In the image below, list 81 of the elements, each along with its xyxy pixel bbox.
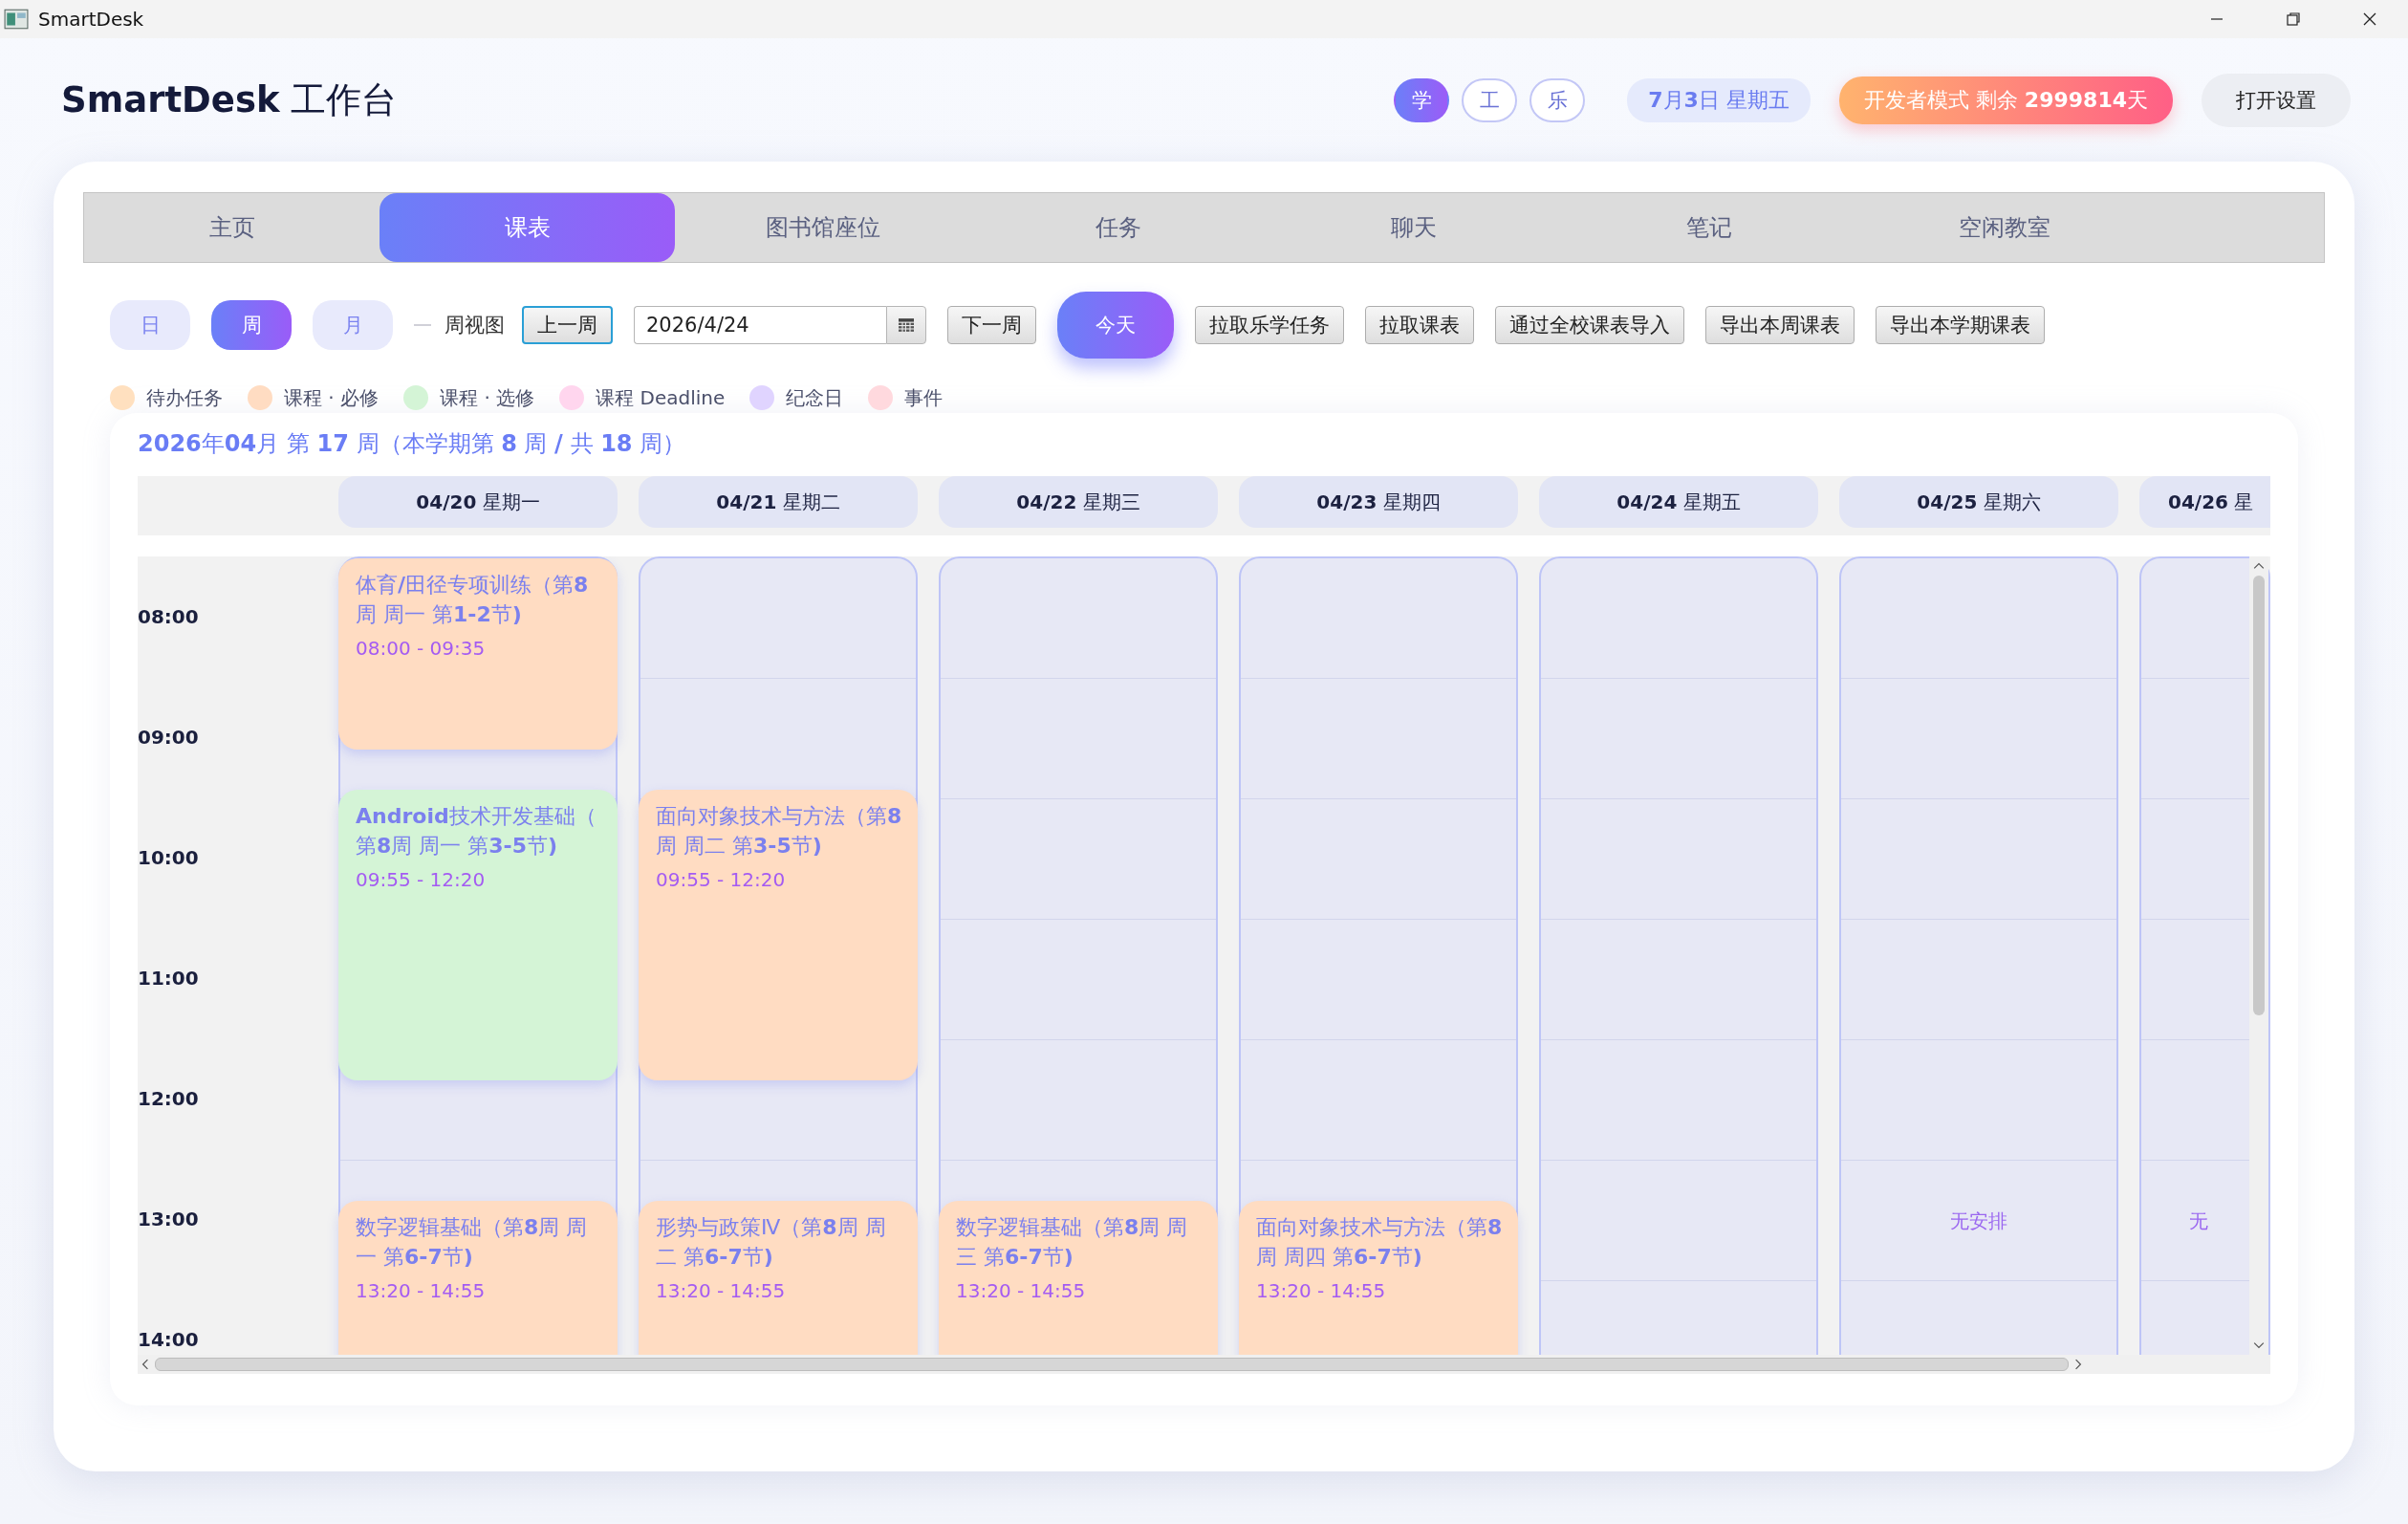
app-logo: SmartDesk 工作台 (61, 77, 398, 122)
no-schedule-label: 无安排 (1950, 1208, 2007, 1234)
legend-label: 课程 · 选修 (440, 384, 535, 411)
view-label: 周视图 (445, 312, 505, 338)
action-button[interactable]: 导出本周课表 (1705, 305, 1855, 344)
settings-button[interactable]: 打开设置 (2202, 73, 2351, 127)
course-card[interactable]: 数字逻辑基础（第8周 周一 第6-7节) 13:20 - 14:55 (338, 1201, 618, 1355)
course-time: 13:20 - 14:55 (956, 1279, 1087, 1302)
calendar-icon (899, 317, 914, 332)
time-label: 12:00 (138, 1087, 199, 1110)
course-title: 形势与政策Ⅳ（第8周 周二 第6-7节) (656, 1214, 887, 1271)
course-title: 面向对象技术与方法（第8周 周四 第6-7节) (1256, 1214, 1503, 1271)
course-time: 09:55 - 12:20 (356, 867, 487, 891)
tab[interactable]: 主页 (84, 193, 380, 262)
view-toggle[interactable]: 日 (110, 299, 190, 350)
course-time: 13:20 - 14:55 (356, 1279, 487, 1302)
app-icon (4, 7, 29, 32)
course-time: 08:00 - 09:35 (356, 637, 487, 660)
restore-icon[interactable] (2284, 10, 2303, 29)
time-label: 08:00 (138, 605, 199, 628)
scroll-left-icon[interactable] (141, 1359, 149, 1370)
legend-label: 课程 · 必修 (284, 384, 380, 411)
legend-label: 课程 Deadline (596, 384, 726, 411)
mode-toggle[interactable]: 乐 (1529, 77, 1586, 122)
next-week-button[interactable]: 下一周 (947, 305, 1036, 344)
date-picker-button[interactable] (886, 305, 926, 344)
course-title: 数字逻辑基础（第8周 周一 第6-7节) (356, 1214, 589, 1271)
view-toggle[interactable]: 月 (313, 299, 393, 350)
course-title: 数字逻辑基础（第8周 周三 第6-7节) (956, 1214, 1189, 1271)
course-time: 09:55 - 12:20 (656, 867, 787, 891)
window-title: SmartDesk (38, 8, 144, 31)
view-toggle[interactable]: 周 (211, 299, 292, 350)
course-title: 面向对象技术与方法（第8周 周二 第3-5节) (656, 802, 902, 860)
vertical-scrollbar[interactable] (2249, 556, 2268, 1355)
tab[interactable]: 课表 (380, 193, 675, 262)
time-label: 11:00 (138, 967, 199, 990)
course-card[interactable]: 数字逻辑基础（第8周 周三 第6-7节) 13:20 - 14:55 (939, 1201, 1218, 1355)
day-header: 04/21 星期二 (639, 476, 918, 528)
time-label: 13:00 (138, 1208, 199, 1230)
time-label: 09:00 (138, 726, 199, 749)
scroll-up-icon[interactable] (2253, 562, 2265, 570)
day-header: 04/23 星期四 (1239, 476, 1518, 528)
scroll-down-icon[interactable] (2253, 1341, 2265, 1349)
course-card[interactable]: 形势与政策Ⅳ（第8周 周二 第6-7节) 13:20 - 14:55 (639, 1201, 918, 1355)
tab[interactable]: 空闲教室 (1856, 193, 2152, 262)
course-card[interactable]: 面向对象技术与方法（第8周 周二 第3-5节) 09:55 - 12:20 (639, 789, 918, 1080)
time-label: 10:00 (138, 846, 199, 869)
date-field[interactable]: 2026/4/24 (634, 305, 886, 344)
developer-mode-badge: 开发者模式 剩余 2999814天 (1838, 76, 2173, 124)
action-button[interactable]: 通过全校课表导入 (1495, 305, 1684, 344)
legend-label: 纪念日 (786, 384, 844, 411)
course-time: 13:20 - 14:55 (656, 1279, 787, 1302)
action-button[interactable]: 拉取课表 (1365, 305, 1474, 344)
scroll-right-icon[interactable] (2074, 1359, 2082, 1370)
course-title: 体育/田径专项训练（第8周 周一 第1-2节) (356, 572, 590, 628)
day-header: 04/26 星 (2139, 476, 2270, 528)
legend-label: 事件 (904, 384, 944, 411)
course-card[interactable]: Android技术开发基础（第8周 周一 第3-5节) 09:55 - 12:20 (338, 789, 618, 1080)
mode-toggle[interactable]: 学 (1394, 77, 1450, 122)
week-title: 2026年04月 第 17 周（本学期第 8 周 / 共 18 周） (138, 429, 687, 459)
day-header: 04/25 星期六 (1839, 476, 2118, 528)
time-label: 14:00 (138, 1328, 199, 1351)
horizontal-scrollbar[interactable] (138, 1355, 2270, 1374)
action-button[interactable]: 导出本学期课表 (1876, 305, 2045, 344)
legend-label: 待办任务 (146, 384, 223, 411)
tab[interactable]: 任务 (970, 193, 1266, 262)
no-schedule-label: 无 (2189, 1208, 2208, 1234)
tab[interactable]: 图书馆座位 (675, 193, 970, 262)
course-title: Android技术开发基础（第8周 周一 第3-5节) (356, 802, 597, 860)
day-header: 04/22 星期三 (939, 476, 1218, 528)
course-time: 13:20 - 14:55 (1256, 1279, 1387, 1302)
course-card[interactable]: 面向对象技术与方法（第8周 周四 第6-7节) 13:20 - 14:55 (1239, 1201, 1518, 1355)
today-button[interactable]: 今天 (1057, 291, 1174, 359)
action-button[interactable]: 拉取乐学任务 (1195, 305, 1344, 344)
day-header: 04/24 星期五 (1539, 476, 1818, 528)
tab[interactable]: 笔记 (1561, 193, 1856, 262)
previous-week-button[interactable]: 上一周 (522, 305, 613, 344)
course-card[interactable]: 体育/田径专项训练（第8周 周一 第1-2节) 08:00 - 09:35 (338, 558, 618, 750)
mode-toggle[interactable]: 工 (1462, 77, 1518, 122)
day-header: 04/20 星期一 (338, 476, 618, 528)
tab[interactable]: 聊天 (1266, 193, 1561, 262)
